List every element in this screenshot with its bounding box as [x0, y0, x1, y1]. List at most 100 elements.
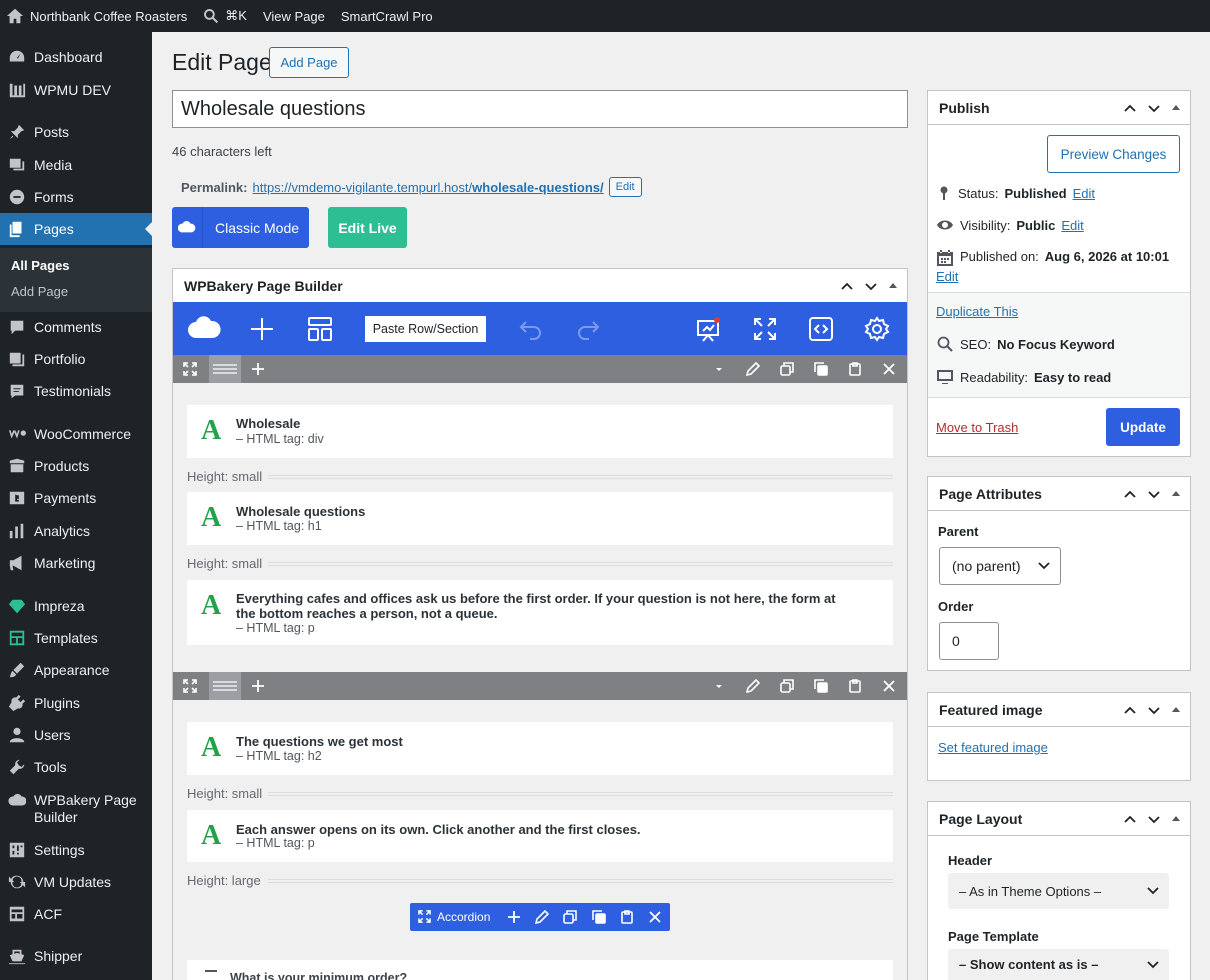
submenu-add-page[interactable]: Add Page [11, 284, 68, 299]
sidebar-item-shipper[interactable]: Shipper [0, 940, 152, 972]
chevron-down-icon[interactable] [1146, 811, 1162, 827]
sidebar-item-impreza[interactable]: Impreza [0, 590, 152, 622]
chevron-down-icon[interactable] [1146, 486, 1162, 502]
set-featured-image-link[interactable]: Set featured image [938, 740, 1048, 755]
sidebar-item-vm-updates[interactable]: VM Updates [0, 866, 152, 898]
sidebar-item-users[interactable]: Users [0, 719, 152, 751]
drag-handle-icon[interactable] [209, 355, 241, 383]
parent-select[interactable]: (no parent) [939, 547, 1061, 585]
delete-icon[interactable] [880, 360, 898, 378]
smartcrawl-link[interactable]: SmartCrawl Pro [341, 9, 433, 24]
duplicate-icon[interactable] [778, 360, 796, 378]
sidebar-item-marketing[interactable]: Marketing [0, 547, 152, 579]
add-page-button[interactable]: Add Page [269, 47, 349, 78]
layout-dropdown-icon[interactable] [710, 360, 728, 378]
sidebar-item-plugins[interactable]: Plugins [0, 687, 152, 719]
chevron-down-icon[interactable] [1146, 100, 1162, 116]
edit-pencil-icon[interactable] [535, 910, 549, 924]
collapse-triangle-icon[interactable] [1170, 486, 1182, 502]
templates-icon[interactable] [305, 314, 335, 344]
paste-icon[interactable] [620, 910, 634, 924]
view-page-link[interactable]: View Page [263, 9, 325, 24]
chevron-up-icon[interactable] [1122, 811, 1138, 827]
expand-icon[interactable] [418, 910, 431, 923]
chevron-up-icon[interactable] [1122, 100, 1138, 116]
element-wholesale-questions[interactable]: A Wholesale questions – HTML tag: h1 [187, 492, 893, 545]
permalink-edit-button[interactable]: Edit [608, 177, 642, 197]
sidebar-item-products[interactable]: Products [0, 450, 152, 482]
chevron-up-icon[interactable] [839, 278, 855, 294]
chevron-up-icon[interactable] [1122, 486, 1138, 502]
copy-icon[interactable] [812, 360, 830, 378]
copy-icon[interactable] [592, 910, 606, 924]
collapse-triangle-icon[interactable] [1170, 702, 1182, 718]
sidebar-item-forms[interactable]: Forms [0, 181, 152, 213]
sidebar-item-comments[interactable]: Comments [0, 311, 152, 343]
copy-icon[interactable] [812, 677, 830, 695]
wpbakery-logo-icon[interactable] [187, 314, 223, 344]
collapse-triangle-icon[interactable] [1170, 100, 1182, 116]
sidebar-item-dashboard[interactable]: Dashboard [0, 41, 152, 73]
sidebar-item-testimonials[interactable]: Testimonials [0, 375, 152, 407]
visibility-edit-link[interactable]: Edit [1061, 218, 1083, 233]
sidebar-item-analytics[interactable]: Analytics [0, 515, 152, 547]
element-wholesale[interactable]: A Wholesale – HTML tag: div [187, 405, 893, 458]
status-edit-link[interactable]: Edit [1073, 186, 1095, 201]
sidebar-item-tools[interactable]: Tools [0, 751, 152, 783]
add-column-icon[interactable] [249, 677, 267, 695]
drag-handle-icon[interactable] [209, 672, 241, 700]
delete-icon[interactable] [880, 677, 898, 695]
chevron-down-icon[interactable] [1146, 702, 1162, 718]
published-edit-link[interactable]: Edit [936, 269, 958, 284]
edit-live-button[interactable]: Edit Live [328, 207, 407, 248]
chevron-down-icon[interactable] [863, 278, 879, 294]
title-input[interactable]: Wholesale questions [172, 90, 908, 128]
template-select[interactable]: – Show content as is – [948, 949, 1169, 980]
element-accordion-intro[interactable]: A Each answer opens on its own. Click an… [187, 810, 893, 862]
paste-icon[interactable] [846, 360, 864, 378]
sidebar-item-appearance[interactable]: Appearance [0, 654, 152, 686]
search-shortcut[interactable]: ⌘K [203, 8, 247, 24]
settings-gear-icon[interactable] [862, 314, 892, 344]
paste-row-button[interactable]: Paste Row/Section [365, 316, 486, 342]
collapse-triangle-icon[interactable] [887, 278, 899, 294]
undo-icon[interactable] [516, 314, 546, 344]
sidebar-item-settings[interactable]: Settings [0, 834, 152, 866]
duplicate-icon[interactable] [563, 910, 577, 924]
accordion-item[interactable]: What is your minimum order? [187, 960, 893, 980]
sidebar-item-acf[interactable]: ACF [0, 898, 152, 930]
sidebar-item-portfolio[interactable]: Portfolio [0, 343, 152, 375]
permalink-link[interactable]: https://vmdemo-vigilante.tempurl.host/wh… [252, 180, 603, 195]
delete-icon[interactable] [648, 910, 662, 924]
header-select[interactable]: – As in Theme Options – [948, 873, 1169, 909]
element-questions-heading[interactable]: A The questions we get most – HTML tag: … [187, 722, 893, 775]
update-button[interactable]: Update [1106, 408, 1180, 446]
add-column-icon[interactable] [249, 360, 267, 378]
sidebar-item-posts[interactable]: Posts [0, 116, 152, 148]
duplicate-link[interactable]: Duplicate This [936, 304, 1018, 319]
expand-icon[interactable] [181, 677, 199, 695]
seo-icon[interactable] [693, 314, 723, 344]
move-to-trash-link[interactable]: Move to Trash [936, 420, 1018, 435]
custom-css-icon[interactable] [806, 314, 836, 344]
sidebar-item-pages[interactable]: Pages [0, 213, 152, 245]
sidebar-item-payments[interactable]: Payments [0, 482, 152, 514]
sidebar-item-media[interactable]: Media [0, 149, 152, 181]
fullscreen-icon[interactable] [750, 314, 780, 344]
submenu-all-pages[interactable]: All Pages [11, 258, 70, 273]
collapse-triangle-icon[interactable] [1170, 811, 1182, 827]
edit-pencil-icon[interactable] [744, 360, 762, 378]
element-intro-paragraph[interactable]: A Everything cafes and offices ask us be… [187, 580, 893, 645]
add-element-icon[interactable] [247, 314, 277, 344]
expand-icon[interactable] [181, 360, 199, 378]
chevron-up-icon[interactable] [1122, 702, 1138, 718]
layout-dropdown-icon[interactable] [710, 677, 728, 695]
sidebar-item-wpbakery[interactable]: WPBakery Page Builder [0, 784, 152, 832]
preview-changes-button[interactable]: Preview Changes [1047, 135, 1180, 173]
sidebar-item-templates[interactable]: Templates [0, 622, 152, 654]
sidebar-item-woocommerce[interactable]: WooCommerce [0, 418, 152, 450]
order-input[interactable]: 0 [939, 622, 999, 660]
classic-mode-button[interactable]: Classic Mode [172, 207, 309, 248]
sidebar-item-wpmudev[interactable]: WPMU DEV [0, 74, 152, 106]
paste-icon[interactable] [846, 677, 864, 695]
